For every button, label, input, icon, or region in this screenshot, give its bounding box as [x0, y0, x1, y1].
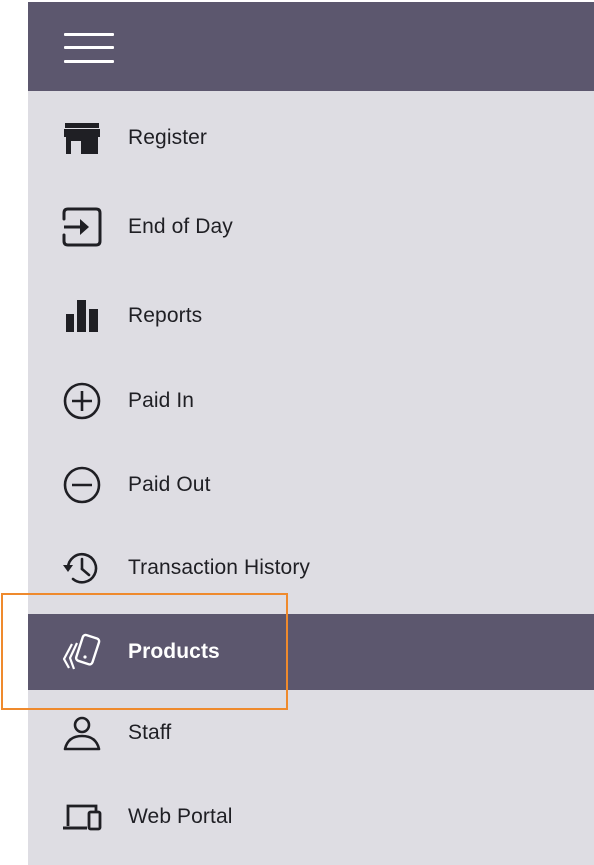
menu-item-label: End of Day [128, 215, 233, 238]
menu-item-paid-out[interactable]: Paid Out [28, 447, 594, 523]
bar-chart-icon [60, 294, 104, 338]
app-window: Register End of Day Reports Paid In Paid… [28, 2, 594, 865]
menu-item-label: Web Portal [128, 805, 233, 828]
hamburger-icon[interactable] [64, 33, 114, 63]
menu-item-end-of-day[interactable]: End of Day [28, 189, 594, 265]
minus-circle-icon [60, 463, 104, 507]
menu-item-label: Staff [128, 721, 172, 744]
menu-item-transaction-history[interactable]: Transaction History [28, 530, 594, 606]
menu-item-web-portal[interactable]: Web Portal [28, 779, 594, 855]
menu-item-label: Register [128, 126, 207, 149]
exit-arrow-icon [60, 205, 104, 249]
menu-item-label: Transaction History [128, 556, 311, 579]
menu-item-paid-in[interactable]: Paid In [28, 363, 594, 439]
devices-icon [60, 795, 104, 839]
storefront-icon [60, 116, 104, 160]
menu-item-label: Reports [128, 304, 203, 327]
menu-item-label: Paid In [128, 389, 195, 412]
plus-circle-icon [60, 379, 104, 423]
menu-item-staff[interactable]: Staff [28, 695, 594, 771]
history-icon [60, 546, 104, 590]
menu-item-products[interactable]: Products [28, 614, 594, 690]
person-icon [60, 711, 104, 755]
menu-item-label: Products [128, 640, 220, 663]
menu-item-register[interactable]: Register [28, 100, 594, 176]
top-bar [28, 2, 594, 91]
menu-item-label: Paid Out [128, 473, 211, 496]
cards-icon [60, 630, 104, 674]
menu-item-reports[interactable]: Reports [28, 278, 594, 354]
